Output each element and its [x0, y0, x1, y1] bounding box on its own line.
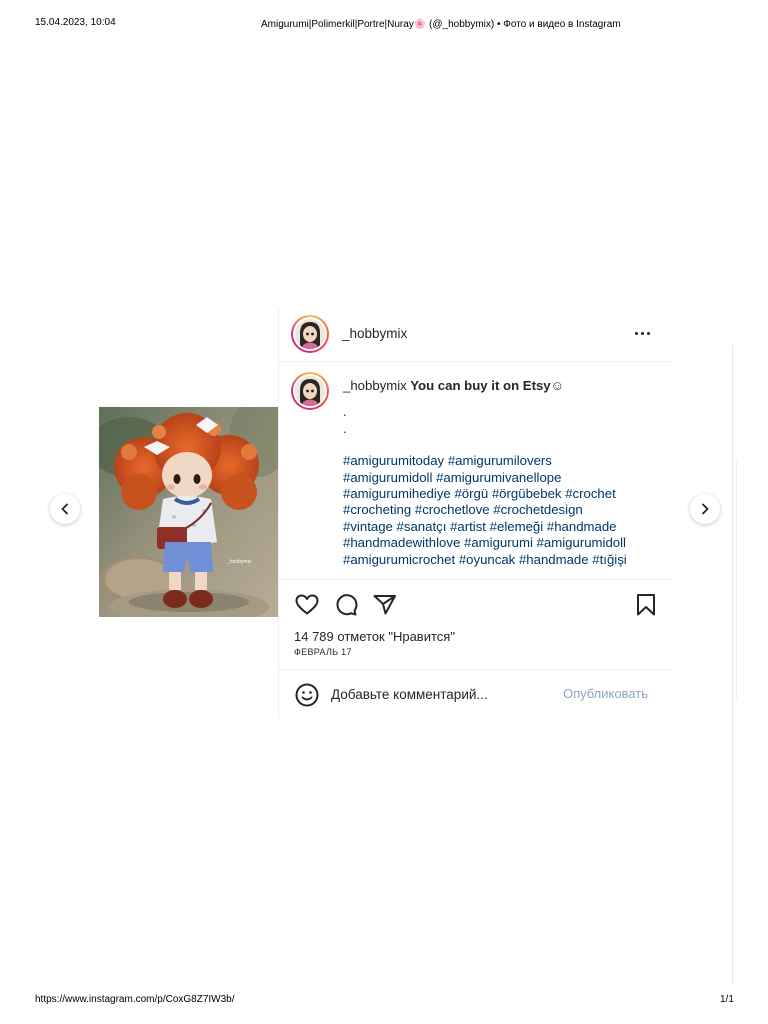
page-edge-divider [732, 345, 733, 985]
comment-icon [336, 594, 358, 616]
caption-username[interactable]: _hobbymix [343, 378, 407, 393]
share-button[interactable] [372, 592, 398, 618]
hashtag-link[interactable]: #handmade [519, 552, 589, 567]
emoji-button[interactable] [294, 682, 320, 708]
hashtag-link[interactable]: #handmade [547, 519, 617, 534]
doll-avatar-icon [295, 376, 325, 406]
more-options-button[interactable] [633, 325, 653, 343]
hashtag-link[interactable]: #örgübebek [492, 486, 562, 501]
caption-author-avatar[interactable] [291, 372, 329, 410]
hashtag-link[interactable]: #amigurumidoll [343, 470, 432, 485]
heart-icon [295, 594, 319, 615]
hashtag-link[interactable]: #crochetdesign [493, 502, 582, 517]
print-url: https://www.instagram.com/p/CoxG8Z7IW3b/ [35, 994, 235, 1005]
previous-post-button[interactable] [50, 494, 80, 524]
hashtag-link[interactable]: #tığişi [592, 552, 626, 567]
hashtag-link[interactable]: #amigurumi [464, 535, 533, 550]
hashtag-list: #amigurumitoday #amigurumilovers #amigur… [343, 453, 665, 568]
doll-avatar-icon [295, 319, 325, 349]
photo-watermark: _hobbymix [226, 559, 252, 565]
publish-button[interactable]: Опубликовать [563, 686, 648, 701]
hashtag-link[interactable]: #crochet [565, 486, 616, 501]
caption-dot: . [343, 420, 347, 436]
chevron-right-icon [702, 503, 709, 515]
like-count[interactable]: 14 789 отметок "Нравится" [294, 629, 455, 644]
post-photo[interactable]: _hobbymix [99, 407, 278, 617]
caption-dot: . [343, 404, 347, 420]
hashtag-link[interactable]: #elemeği [490, 519, 544, 534]
amigurumi-doll-photo: _hobbymix [99, 407, 278, 617]
hashtag-link[interactable]: #artist [450, 519, 486, 534]
post-date[interactable]: ФЕВРАЛЬ 17 [294, 647, 352, 657]
hashtag-link[interactable]: #vintage [343, 519, 393, 534]
print-datetime: 15.04.2023, 10:04 [35, 17, 116, 28]
print-page-number: 1/1 [720, 994, 734, 1005]
comment-button[interactable] [333, 592, 359, 618]
hashtag-link[interactable]: #örgü [454, 486, 488, 501]
post-caption: _hobbymix You can buy it on Etsy☺ . . #a… [343, 378, 665, 568]
hashtag-link[interactable]: #amigurumidoll [537, 535, 626, 550]
hashtag-link[interactable]: #oyuncak [459, 552, 515, 567]
comment-input[interactable] [331, 685, 551, 703]
hashtag-link[interactable]: #crochetlove [415, 502, 490, 517]
post-details-panel: _hobbymix _hobbymix You can buy it on Et… [278, 308, 671, 718]
next-post-button[interactable] [690, 494, 720, 524]
hashtag-link[interactable]: #amigurumihediye [343, 486, 451, 501]
save-button[interactable] [633, 592, 659, 618]
caption-text: You can buy it on Etsy☺ [406, 378, 565, 393]
hashtag-link[interactable]: #crocheting [343, 502, 411, 517]
bookmark-icon [637, 594, 655, 616]
hashtag-link[interactable]: #amigurumivanellope [436, 470, 561, 485]
hashtag-link[interactable]: #amigurumicrochet [343, 552, 455, 567]
chevron-left-icon [61, 503, 68, 515]
print-page-title: Amigurumi|Polimerkil|Portre|Nuray🌸 (@_ho… [261, 19, 621, 30]
caption-divider [279, 579, 671, 580]
comment-divider [279, 669, 671, 670]
author-avatar[interactable] [291, 315, 329, 353]
hashtag-link[interactable]: #handmadewithlove [343, 535, 460, 550]
post-header: _hobbymix [279, 308, 671, 362]
share-icon [373, 595, 396, 615]
emoji-icon [295, 683, 319, 707]
hashtag-link[interactable]: #amigurumilovers [448, 453, 552, 468]
post-actions-bar [279, 588, 671, 618]
hashtag-link[interactable]: #sanatçı [397, 519, 447, 534]
author-username[interactable]: _hobbymix [342, 326, 407, 341]
hashtag-link[interactable]: #amigurumitoday [343, 453, 444, 468]
like-button[interactable] [294, 592, 320, 618]
page-edge-divider-secondary [736, 460, 737, 700]
